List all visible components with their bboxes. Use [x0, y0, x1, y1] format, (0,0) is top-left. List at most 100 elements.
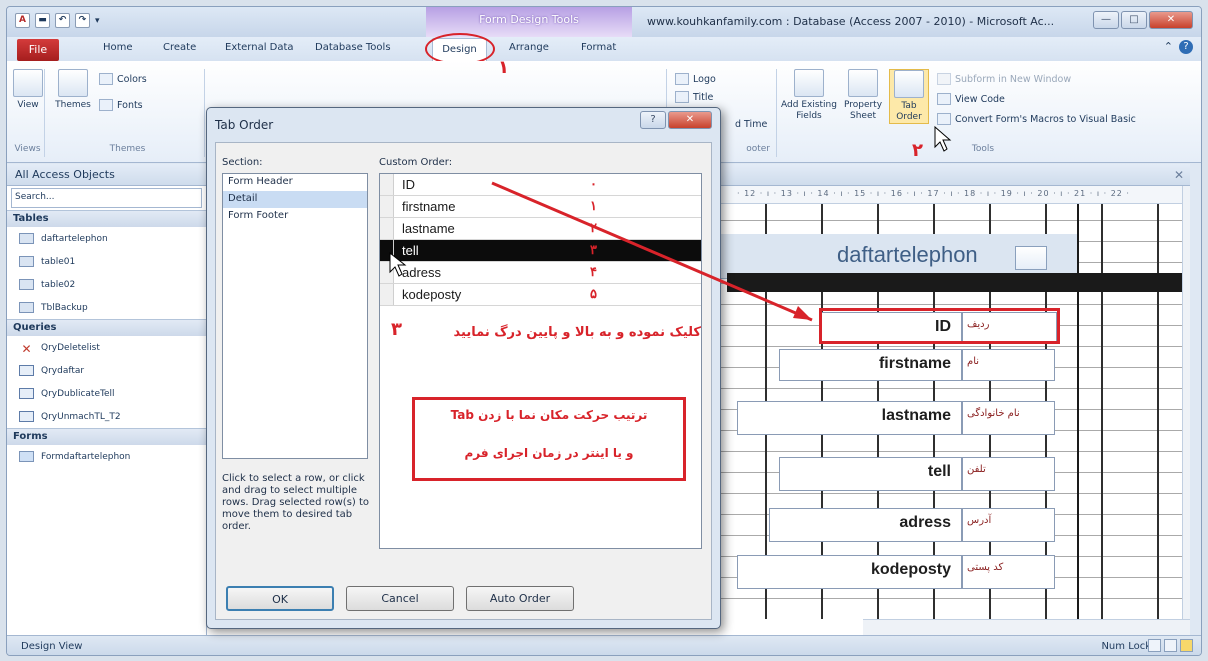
title-button[interactable]: Title [675, 91, 713, 103]
nav-item-query[interactable]: Qrydaftar [7, 359, 206, 382]
layout-view-icon[interactable] [1164, 639, 1177, 652]
close-button[interactable]: ✕ [1149, 11, 1193, 29]
view-button[interactable]: View [13, 69, 43, 111]
horizontal-scrollbar[interactable] [863, 619, 1190, 635]
access-app-icon[interactable]: A [15, 13, 30, 28]
section-item[interactable]: Form Header [223, 174, 367, 191]
tell-label[interactable]: تلفن [962, 457, 1055, 491]
adress-label[interactable]: آدرس [962, 508, 1055, 542]
maximize-button[interactable]: □ [1121, 11, 1147, 29]
order-row[interactable]: lastname ٢ [380, 218, 701, 240]
form-logo-icon[interactable] [1015, 246, 1047, 270]
nav-section-forms[interactable]: Forms [7, 428, 206, 445]
tab-order-button[interactable]: Tab Order [889, 69, 929, 124]
tab-database-tools[interactable]: Database Tools [315, 42, 391, 53]
auto-order-button[interactable]: Auto Order [466, 586, 574, 611]
dialog-controls: ? ✕ [640, 111, 712, 129]
view-code-button[interactable]: View Code [937, 93, 1005, 105]
tab-format[interactable]: Format [581, 42, 616, 53]
row-selector[interactable] [380, 262, 394, 283]
status-view-name: Design View [21, 641, 83, 652]
section-item[interactable]: Form Footer [223, 208, 367, 225]
undo-icon[interactable]: ↶ [55, 13, 70, 28]
customize-qat-icon[interactable]: ▾ [95, 16, 100, 26]
section-list[interactable]: Form Header Detail Form Footer [222, 173, 368, 459]
date-time-label: d Time [735, 119, 768, 130]
kodeposty-label[interactable]: کد پستی [962, 555, 1055, 589]
form-title[interactable]: daftartelephon [837, 242, 978, 268]
close-document-icon[interactable]: ✕ [1174, 168, 1184, 182]
query-icon [19, 388, 34, 399]
detail-section-bar[interactable] [727, 273, 1182, 292]
nav-pane-header[interactable]: All Access Objects [7, 164, 206, 186]
tab-file[interactable]: File [17, 39, 59, 61]
convert-macros-button[interactable]: Convert Form's Macros to Visual Basic [937, 113, 1136, 125]
nav-item-query[interactable]: QryDublicateTell [7, 382, 206, 405]
nav-search-input[interactable]: Search... [11, 188, 202, 208]
collapse-ribbon-icon[interactable]: ⌃ [1164, 40, 1173, 54]
order-row[interactable]: ID ٠ [380, 174, 701, 196]
instructions-text: Click to select a row, or click and drag… [222, 473, 370, 532]
nav-item-label: TblBackup [41, 302, 88, 313]
status-bar: Design View Num Lock [7, 635, 1201, 655]
nav-item-query[interactable]: QryUnmachTL_T2 [7, 405, 206, 428]
dialog-close-button[interactable]: ✕ [668, 111, 712, 129]
lastname-label[interactable]: نام خانوادگی [962, 401, 1055, 435]
row-selector[interactable] [380, 240, 394, 261]
row-selector[interactable] [380, 284, 394, 305]
redo-icon[interactable]: ↷ [75, 13, 90, 28]
tell-textbox[interactable]: tell [779, 457, 962, 491]
order-number: ١ [590, 198, 597, 213]
add-existing-fields-button[interactable]: Add Existing Fields [781, 69, 837, 122]
nav-item-table[interactable]: TblBackup [7, 296, 206, 319]
fonts-icon [99, 99, 113, 111]
design-view-icon[interactable] [1180, 639, 1193, 652]
dialog-help-button[interactable]: ? [640, 111, 666, 129]
section-item-selected[interactable]: Detail [223, 191, 367, 208]
id-control-highlight [819, 308, 1060, 344]
tab-home[interactable]: Home [103, 42, 133, 53]
row-selector[interactable] [380, 196, 394, 217]
order-row-selected[interactable]: tell ٣ [380, 240, 701, 262]
nav-item-form[interactable]: Formdaftartelephon [7, 445, 206, 468]
annotation-step-2: ٢ [912, 140, 923, 161]
nav-item-table[interactable]: daftartelephon [7, 227, 206, 250]
date-time-button[interactable]: d Time [735, 119, 767, 130]
logo-button[interactable]: Logo [675, 73, 716, 85]
row-selector[interactable] [380, 218, 394, 239]
vertical-scrollbar[interactable] [1182, 186, 1190, 619]
dialog-title: Tab Order [215, 118, 274, 132]
colors-button[interactable]: Colors [99, 73, 147, 85]
row-selector[interactable] [380, 174, 394, 195]
fonts-button[interactable]: Fonts [99, 99, 143, 111]
firstname-label[interactable]: نام [962, 349, 1055, 381]
tab-create[interactable]: Create [163, 42, 196, 53]
subform-new-window-button[interactable]: Subform in New Window [937, 73, 1071, 85]
form-view-icon[interactable] [1148, 639, 1161, 652]
custom-order-list[interactable]: ID ٠ firstname ١ lastname ٢ tell ٣ adress ۴ k… [379, 173, 702, 549]
property-sheet-button[interactable]: Property Sheet [841, 69, 885, 122]
save-icon[interactable]: ▬ [35, 13, 50, 28]
lastname-textbox[interactable]: lastname [737, 401, 962, 435]
adress-textbox[interactable]: adress [769, 508, 962, 542]
nav-item-table[interactable]: table01 [7, 250, 206, 273]
order-row[interactable]: firstname ١ [380, 196, 701, 218]
add-fields-label: Add Existing Fields [781, 100, 837, 121]
ok-button[interactable]: OK [226, 586, 334, 611]
tab-external-data[interactable]: External Data [225, 42, 294, 53]
firstname-textbox[interactable]: firstname [779, 349, 962, 381]
nav-item-table[interactable]: table02 [7, 273, 206, 296]
tab-arrange[interactable]: Arrange [509, 42, 549, 53]
minimize-button[interactable]: — [1093, 11, 1119, 29]
nav-section-tables[interactable]: Tables [7, 210, 206, 227]
help-icon[interactable]: ? [1179, 40, 1193, 54]
order-row[interactable]: adress ۴ [380, 262, 701, 284]
group-views: View Views [11, 69, 45, 157]
nav-section-queries[interactable]: Queries [7, 319, 206, 336]
nav-item-query[interactable]: ✕ QryDeletelist [7, 336, 206, 359]
order-row[interactable]: kodeposty ۵ [380, 284, 701, 306]
colors-label: Colors [117, 73, 147, 85]
cancel-button[interactable]: Cancel [346, 586, 454, 611]
themes-button[interactable]: Themes [53, 69, 93, 111]
kodeposty-textbox[interactable]: kodeposty [737, 555, 962, 589]
